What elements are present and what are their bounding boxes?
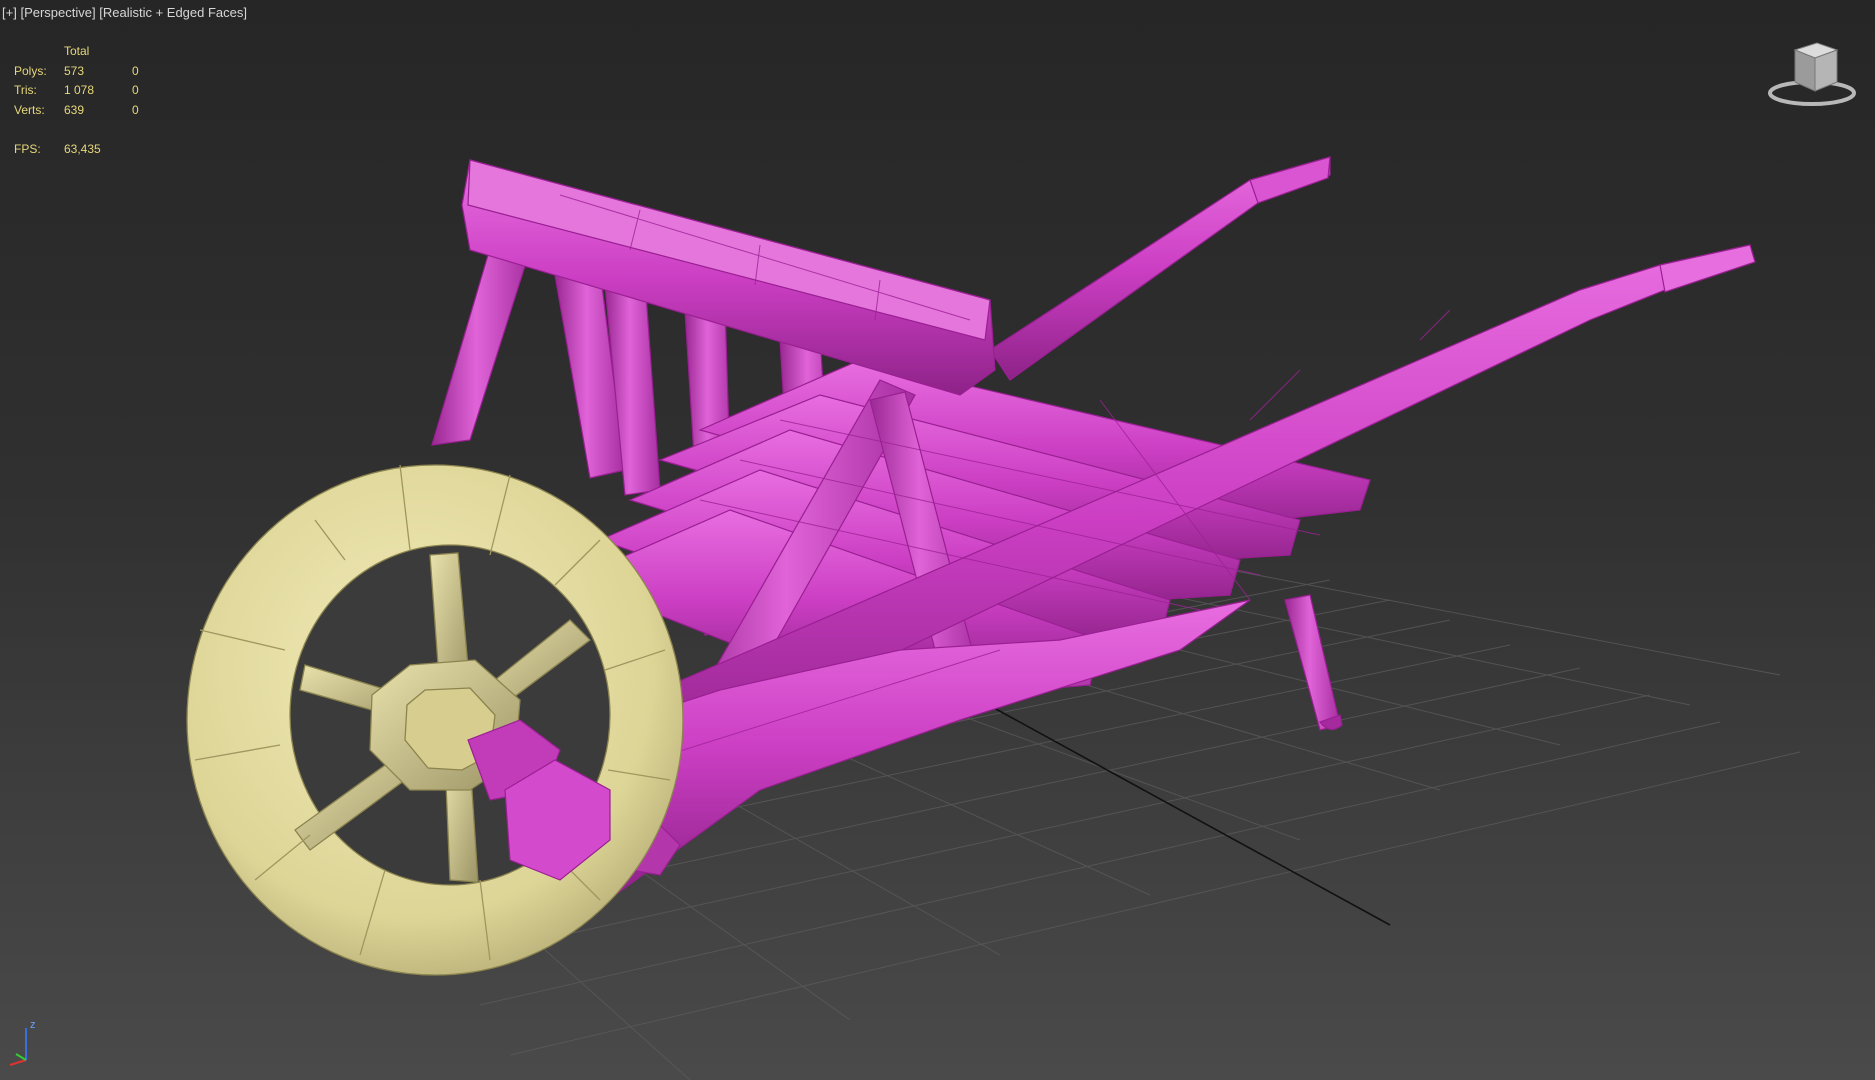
wheel xyxy=(186,464,684,976)
viewcube-icon[interactable] xyxy=(1765,38,1860,113)
viewport-scene[interactable] xyxy=(0,0,1875,1080)
axis-z-label: z xyxy=(30,1019,36,1031)
axis-tripod-icon: z xyxy=(9,1019,36,1066)
